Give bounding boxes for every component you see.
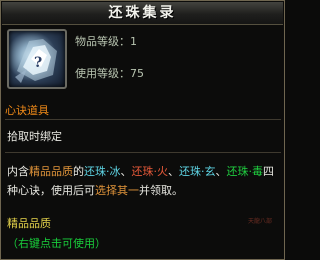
item-title: 还珠集录 — [108, 5, 177, 21]
item-tooltip: 还珠集录 ? 物品等级：1 使用等级：75 心诀道具 拾取时绑定 内含精品品质的… — [0, 0, 285, 260]
svg-text:?: ? — [34, 55, 42, 71]
desc-text: 并领取。 — [139, 184, 183, 197]
desc-skill-poison: 还珠·毒 — [226, 165, 264, 178]
usage-hint: （右键点击可使用） — [7, 237, 106, 250]
desc-skill-xuan: 还珠·玄 — [179, 165, 216, 178]
desc-quality: 精品品质 — [29, 165, 73, 178]
item-level: 物品等级：1 — [75, 35, 137, 48]
item-icon-frame: ? — [7, 29, 67, 89]
desc-text: 内含 — [7, 165, 29, 178]
binding-status: 拾取时绑定 — [7, 130, 62, 143]
game-seal-watermark: 天龍八部 — [247, 218, 272, 225]
desc-skill-ice: 还珠·冰 — [84, 165, 121, 178]
divider — [5, 152, 281, 153]
desc-comma: 、 — [215, 165, 227, 178]
desc-choose: 选择其一 — [95, 184, 139, 197]
title-bar: 还珠集录 — [2, 2, 283, 25]
quality-line: 精品品质 — [7, 217, 51, 230]
item-category: 心诀道具 — [5, 104, 49, 117]
item-description: 内含精品品质的还珠·冰、还珠·火、还珠·玄、还珠·毒四种心诀，使用后可选择其一并… — [7, 162, 279, 200]
desc-comma: 、 — [168, 165, 179, 178]
desc-text: 的 — [73, 165, 84, 178]
desc-comma: 、 — [120, 165, 132, 178]
silver-pearl-icon: ? — [15, 39, 57, 83]
use-level: 使用等级：75 — [75, 67, 144, 80]
desc-skill-fire: 还珠·火 — [131, 165, 169, 178]
divider — [5, 119, 281, 120]
